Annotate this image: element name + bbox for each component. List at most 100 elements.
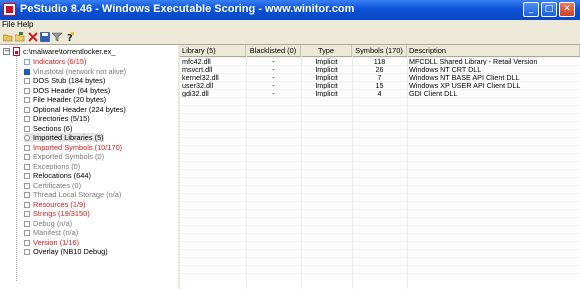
grid-row-line [180, 113, 580, 114]
grid-column-line [352, 56, 353, 289]
tree-item-label: Indicators (6/15) [33, 57, 87, 66]
item-icon [24, 249, 30, 256]
tree-item[interactable]: Resources (1/9) [24, 200, 86, 209]
tree-item-label: Overlay (NB10 Debug) [33, 247, 108, 256]
menu-file[interactable]: File [2, 20, 15, 30]
col-blacklisted[interactable]: Blacklisted (0) [246, 45, 301, 56]
tree-item-label: Optional Header (224 bytes) [33, 104, 126, 114]
tree-item-label: Certificates (0) [33, 180, 82, 190]
app-icon [3, 3, 16, 16]
grid-row-line [180, 249, 580, 250]
tree-item[interactable]: Version (1/16) [24, 238, 79, 247]
tree-item[interactable]: Imported Symbols (10/170) [24, 143, 122, 152]
item-icon [24, 182, 30, 189]
tree-item[interactable]: Exported Symbols (0) [24, 152, 104, 161]
grid-row-line [180, 265, 580, 266]
tree-item-label: Imported Libraries (5) [33, 133, 104, 142]
item-icon [24, 97, 30, 104]
grid-row-line [180, 97, 580, 98]
minimize-button[interactable]: _ [523, 2, 539, 17]
item-icon [24, 163, 30, 170]
menu-help[interactable]: Help [17, 20, 33, 30]
col-type[interactable]: Type [301, 45, 352, 56]
col-library[interactable]: Library (5) [180, 45, 246, 56]
tree-item[interactable]: Optional Header (224 bytes) [24, 105, 126, 114]
tree-item[interactable]: Imported Libraries (5) [24, 133, 104, 142]
tree-item-label: Exported Symbols (0) [33, 152, 105, 161]
file-icon [13, 47, 20, 56]
help-icon[interactable]: ? [65, 32, 75, 44]
col-description[interactable]: Description [407, 45, 580, 56]
grid-row-line [180, 81, 580, 82]
tree-item[interactable]: Directories (5/15) [24, 114, 90, 123]
tree-guide-line [16, 56, 18, 281]
grid-row-line [180, 209, 580, 210]
tree-item[interactable]: Exceptions (0) [24, 162, 80, 171]
tree-item[interactable]: Manifest (n/a) [24, 228, 78, 237]
grid-row-line [180, 57, 580, 58]
toolbar: ? [0, 30, 580, 45]
menu-bar: File Help [0, 20, 580, 30]
tree-item[interactable]: Strings (19/3150) [24, 209, 90, 218]
tree-item-label: Resources (1/9) [33, 199, 86, 209]
grid-row-line [180, 233, 580, 234]
filter-icon[interactable] [51, 32, 63, 42]
delete-icon[interactable] [28, 32, 38, 42]
grid-column-line [246, 56, 247, 289]
maximize-button[interactable]: □ [541, 2, 557, 17]
tree-item[interactable]: Sections (6) [24, 124, 72, 133]
tree-item-label: Relocations (644) [33, 171, 91, 180]
tree-item[interactable]: Debug (n/a) [24, 219, 72, 228]
tree-root[interactable]: c:\malware\torrentlocker.ex_ [23, 47, 115, 56]
close-button[interactable]: ✕ [559, 2, 575, 17]
tree-item-label: DOS Stub (184 bytes) [33, 76, 106, 85]
tree-panel: − c:\malware\torrentlocker.ex_ Indicator… [0, 45, 180, 289]
tree-item[interactable]: Indicators (6/15) [24, 57, 86, 66]
tree-item[interactable]: Virustotal (network not alive) [24, 67, 126, 76]
grid-column-line [407, 56, 408, 289]
tree-item[interactable]: Certificates (0) [24, 181, 81, 190]
grid-row-line [180, 73, 580, 74]
col-symbols[interactable]: Symbols (170) [352, 45, 407, 56]
tree-item[interactable]: Overlay (NB10 Debug) [24, 247, 108, 256]
window-title: PeStudio 8.46 - Windows Executable Scori… [20, 3, 355, 15]
tree-item[interactable]: File Header (20 bytes) [24, 95, 106, 104]
grid-row-line [180, 89, 580, 90]
item-icon [24, 173, 30, 180]
tree-item[interactable]: Relocations (644) [24, 171, 91, 180]
tree-item-label: Version (1/16) [33, 237, 80, 247]
grid-row-line [180, 153, 580, 154]
tree-item[interactable]: DOS Stub (184 bytes) [24, 76, 105, 85]
tree-item-label: Virustotal (network not alive) [33, 66, 127, 76]
collapse-toggle[interactable]: − [3, 48, 10, 55]
save-icon[interactable] [14, 32, 25, 42]
tree-item-label: Strings (19/3150) [33, 209, 90, 218]
tree-item-label: File Header (20 bytes) [33, 95, 107, 104]
grid-row-line [180, 185, 580, 186]
floppy-icon[interactable] [40, 32, 50, 42]
grid-row-line [180, 129, 580, 130]
tree-item-label: Imported Symbols (10/170) [33, 142, 123, 152]
grid-row-line [180, 65, 580, 66]
tree-item-label: DOS Header (64 bytes) [33, 85, 111, 95]
grid-row-line [180, 177, 580, 178]
table-header: Library (5) Blacklisted (0) Type Symbols… [180, 45, 580, 57]
libraries-table: Library (5) Blacklisted (0) Type Symbols… [180, 45, 580, 289]
tree-item-label: Directories (5/15) [33, 114, 90, 123]
item-icon [24, 116, 30, 123]
tree-item-label: Manifest (n/a) [33, 228, 79, 237]
item-icon [24, 220, 30, 227]
indicator-icon [24, 59, 30, 66]
tree-item[interactable]: Thread Local Storage (n/a) [24, 190, 121, 199]
item-icon [24, 239, 30, 246]
virustotal-icon [24, 68, 30, 75]
item-icon [24, 144, 30, 151]
tree-item[interactable]: DOS Header (64 bytes) [24, 86, 110, 95]
library-icon [24, 135, 30, 142]
open-folder-icon[interactable] [2, 32, 13, 42]
item-icon [24, 201, 30, 208]
item-icon [24, 106, 30, 113]
grid-row-line [180, 201, 580, 202]
grid-row-line [180, 193, 580, 194]
item-icon [24, 125, 30, 132]
